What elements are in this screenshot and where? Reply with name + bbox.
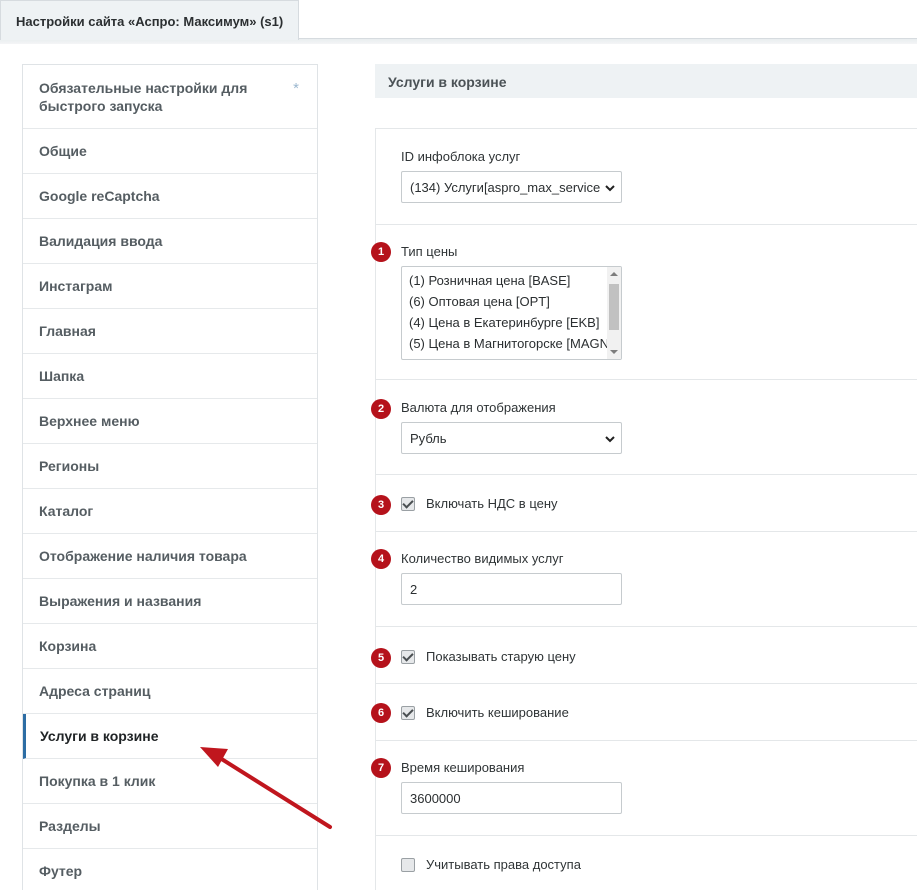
- sidebar-item-label: Футер: [39, 863, 83, 879]
- sidebar-item-header[interactable]: Шапка: [23, 354, 317, 399]
- sidebar-item-basket[interactable]: Корзина: [23, 624, 317, 669]
- sidebar-item-label: Обязательные настройки для быстрого запу…: [39, 80, 248, 114]
- caching-checkbox[interactable]: [401, 705, 415, 720]
- sidebar-item-label: Шапка: [39, 368, 85, 384]
- listbox-scrollbar[interactable]: [607, 267, 621, 359]
- chevron-down-icon: [605, 436, 615, 443]
- step-badge: 1: [371, 242, 391, 262]
- caching-label: Включить кеширование: [426, 705, 569, 720]
- step-badge: 6: [371, 703, 391, 723]
- sidebar-item-label: Покупка в 1 клик: [39, 773, 156, 789]
- old-price-row: 5 Показывать старую цену: [371, 627, 917, 684]
- iblock-label: ID инфоблока услуг: [401, 149, 521, 164]
- sidebar-item-catalog[interactable]: Каталог: [23, 489, 317, 534]
- step-badge: 4: [371, 549, 391, 569]
- currency-label: Валюта для отображения: [401, 400, 556, 415]
- sidebar-item-footer[interactable]: Футер: [23, 849, 317, 890]
- iblock-row: ID инфоблока услуг (134) Услуги[aspro_ma…: [376, 129, 917, 225]
- scroll-down-icon[interactable]: [610, 350, 618, 354]
- visible-count-row: 4 Количество видимых услуг 2: [371, 532, 917, 627]
- sidebar-item-label: Отображение наличия товара: [39, 548, 247, 564]
- vat-checkbox-row[interactable]: Включать НДС в цену: [401, 496, 558, 511]
- old-price-label: Показывать старую цену: [426, 649, 576, 664]
- currency-select-value: Рубль: [410, 431, 447, 446]
- step-badge: 3: [371, 495, 391, 515]
- visible-count-label: Количество видимых услуг: [401, 551, 564, 566]
- top-tab-bar: Настройки сайта «Аспро: Максимум» (s1): [0, 0, 917, 44]
- chevron-down-icon: [605, 185, 615, 192]
- sidebar-item-label: Главная: [39, 323, 96, 339]
- section-title: Услуги в корзине: [375, 64, 917, 98]
- sidebar-item-sections[interactable]: Разделы: [23, 804, 317, 849]
- sidebar-item-phrases[interactable]: Выражения и названия: [23, 579, 317, 624]
- sidebar-item-label: Инстаграм: [39, 278, 113, 294]
- sidebar-item-label: Регионы: [39, 458, 100, 474]
- iblock-select[interactable]: (134) Услуги[aspro_max_service: [401, 171, 622, 203]
- list-item[interactable]: (6) Оптовая цена [OPT]: [402, 290, 621, 311]
- sidebar-item-label: Выражения и названия: [39, 593, 202, 609]
- sidebar-item-top-menu[interactable]: Верхнее меню: [23, 399, 317, 444]
- sidebar-item-required-settings[interactable]: Обязательные настройки для быстрого запу…: [23, 65, 317, 129]
- tab-site-settings[interactable]: Настройки сайта «Аспро: Максимум» (s1): [0, 0, 299, 40]
- step-badge: 5: [371, 648, 391, 668]
- settings-sidebar: Обязательные настройки для быстрого запу…: [22, 64, 318, 890]
- price-type-listbox[interactable]: (1) Розничная цена [BASE] (6) Оптовая це…: [401, 266, 622, 360]
- access-rights-checkbox-row[interactable]: Учитывать права доступа: [401, 857, 581, 872]
- list-item[interactable]: (1) Розничная цена [BASE]: [402, 269, 621, 290]
- cache-time-label: Время кеширования: [401, 760, 525, 775]
- cache-time-row: 7 Время кеширования 3600000: [371, 741, 917, 836]
- settings-form: ID инфоблока услуг (134) Услуги[aspro_ma…: [371, 128, 917, 890]
- sidebar-item-home[interactable]: Главная: [23, 309, 317, 354]
- old-price-checkbox-row[interactable]: Показывать старую цену: [401, 649, 576, 664]
- access-rights-label: Учитывать права доступа: [426, 857, 581, 872]
- vat-checkbox[interactable]: [401, 496, 415, 511]
- sidebar-item-one-click-buy[interactable]: Покупка в 1 клик: [23, 759, 317, 804]
- sidebar-item-label: Разделы: [39, 818, 101, 834]
- scroll-up-icon[interactable]: [610, 272, 618, 276]
- list-item[interactable]: (5) Цена в Магнитогорске [MAGN: [402, 332, 621, 353]
- cache-time-input[interactable]: 3600000: [401, 782, 622, 814]
- caching-checkbox-row[interactable]: Включить кеширование: [401, 705, 569, 720]
- sidebar-item-stock-display[interactable]: Отображение наличия товара: [23, 534, 317, 579]
- currency-select[interactable]: Рубль: [401, 422, 622, 454]
- access-rights-row: Учитывать права доступа: [376, 836, 917, 890]
- price-type-label: Тип цены: [401, 244, 458, 259]
- sidebar-item-label: Адреса страниц: [39, 683, 151, 699]
- sidebar-item-label: Общие: [39, 143, 87, 159]
- caching-row: 6 Включить кеширование: [371, 684, 917, 741]
- sidebar-item-label: Корзина: [39, 638, 97, 654]
- sidebar-item-page-urls[interactable]: Адреса страниц: [23, 669, 317, 714]
- access-rights-checkbox[interactable]: [401, 857, 415, 872]
- sidebar-item-label: Каталог: [39, 503, 94, 519]
- old-price-checkbox[interactable]: [401, 649, 415, 664]
- list-item[interactable]: (4) Цена в Екатеринбурге [EKB]: [402, 311, 621, 332]
- iblock-select-value: (134) Услуги[aspro_max_service: [410, 180, 601, 195]
- vat-row: 3 Включать НДС в цену: [371, 475, 917, 532]
- step-badge: 7: [371, 758, 391, 778]
- sidebar-item-label: Услуги в корзине: [40, 728, 159, 744]
- sidebar-item-label: Валидация ввода: [39, 233, 163, 249]
- sidebar-item-regions[interactable]: Регионы: [23, 444, 317, 489]
- sidebar-item-input-validation[interactable]: Валидация ввода: [23, 219, 317, 264]
- sidebar-item-label: Google reCaptcha: [39, 188, 160, 204]
- sidebar-item-instagram[interactable]: Инстаграм: [23, 264, 317, 309]
- visible-count-input[interactable]: 2: [401, 573, 622, 605]
- scrollbar-thumb[interactable]: [609, 284, 619, 330]
- step-badge: 2: [371, 399, 391, 419]
- sidebar-item-recaptcha[interactable]: Google reCaptcha: [23, 174, 317, 219]
- price-type-row: 1 Тип цены (1) Розничная цена [BASE] (6)…: [371, 225, 917, 380]
- sidebar-item-basket-services[interactable]: Услуги в корзине: [23, 714, 317, 759]
- vat-label: Включать НДС в цену: [426, 496, 558, 511]
- sidebar-item-general[interactable]: Общие: [23, 129, 317, 174]
- currency-row: 2 Валюта для отображения Рубль: [371, 380, 917, 475]
- settings-main: Услуги в корзине ID инфоблока услуг (134…: [371, 64, 917, 890]
- sidebar-item-label: Верхнее меню: [39, 413, 140, 429]
- star-icon: *: [293, 80, 299, 97]
